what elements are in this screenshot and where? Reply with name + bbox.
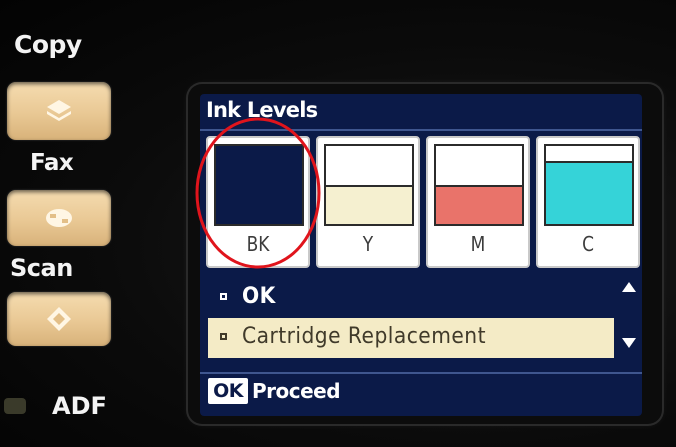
ok-key-badge: OK bbox=[208, 378, 248, 404]
fax-label: Fax bbox=[30, 150, 74, 176]
proceed-label: Proceed bbox=[252, 379, 341, 403]
bullet-icon bbox=[220, 333, 227, 340]
menu-item-label: Cartridge Replacement bbox=[242, 324, 486, 349]
ink-cartridge-bk: BK bbox=[206, 136, 310, 268]
ink-color-code: Y bbox=[362, 232, 374, 256]
ink-level-fill bbox=[546, 161, 632, 224]
adf-label: ADF bbox=[52, 392, 107, 420]
ink-level-gauge bbox=[214, 144, 304, 226]
scan-button[interactable] bbox=[7, 292, 111, 346]
menu-scrollbar[interactable] bbox=[620, 276, 638, 364]
ink-cartridge-m: M bbox=[426, 136, 530, 268]
ink-level-gauge bbox=[434, 144, 524, 226]
fax-icon bbox=[46, 209, 72, 227]
title-divider bbox=[200, 129, 642, 131]
screen-title: Ink Levels bbox=[206, 98, 318, 122]
fax-button[interactable] bbox=[7, 190, 111, 246]
ink-color-code: M bbox=[470, 232, 486, 256]
scan-icon bbox=[47, 307, 71, 331]
copy-icon bbox=[47, 100, 71, 121]
ink-cartridge-y: Y bbox=[316, 136, 420, 268]
menu-item-label: OK bbox=[242, 284, 276, 309]
ink-level-fill bbox=[326, 184, 412, 224]
menu-item-cartridge-replacement[interactable]: Cartridge Replacement bbox=[208, 318, 614, 358]
ink-level-fill bbox=[436, 184, 522, 224]
menu-item-ok[interactable]: OK bbox=[208, 278, 614, 318]
ink-level-gauge bbox=[324, 144, 414, 226]
ink-color-code: C bbox=[582, 232, 594, 256]
scroll-up-arrow-icon[interactable] bbox=[622, 282, 636, 292]
scan-label: Scan bbox=[10, 254, 73, 282]
footer-divider bbox=[200, 372, 642, 374]
ink-cartridge-c: C bbox=[536, 136, 640, 268]
copy-label: Copy bbox=[14, 30, 82, 59]
adf-indicator-light bbox=[4, 398, 26, 414]
scroll-down-arrow-icon[interactable] bbox=[622, 338, 636, 348]
copy-button[interactable] bbox=[7, 82, 111, 140]
ink-level-gauge bbox=[544, 144, 634, 226]
bullet-icon bbox=[220, 293, 227, 300]
lcd-screen: Ink Levels BK Y M C OK Cartridge Replacemen… bbox=[200, 94, 642, 416]
ink-level-fill bbox=[216, 146, 302, 224]
ink-color-code: BK bbox=[246, 232, 270, 256]
